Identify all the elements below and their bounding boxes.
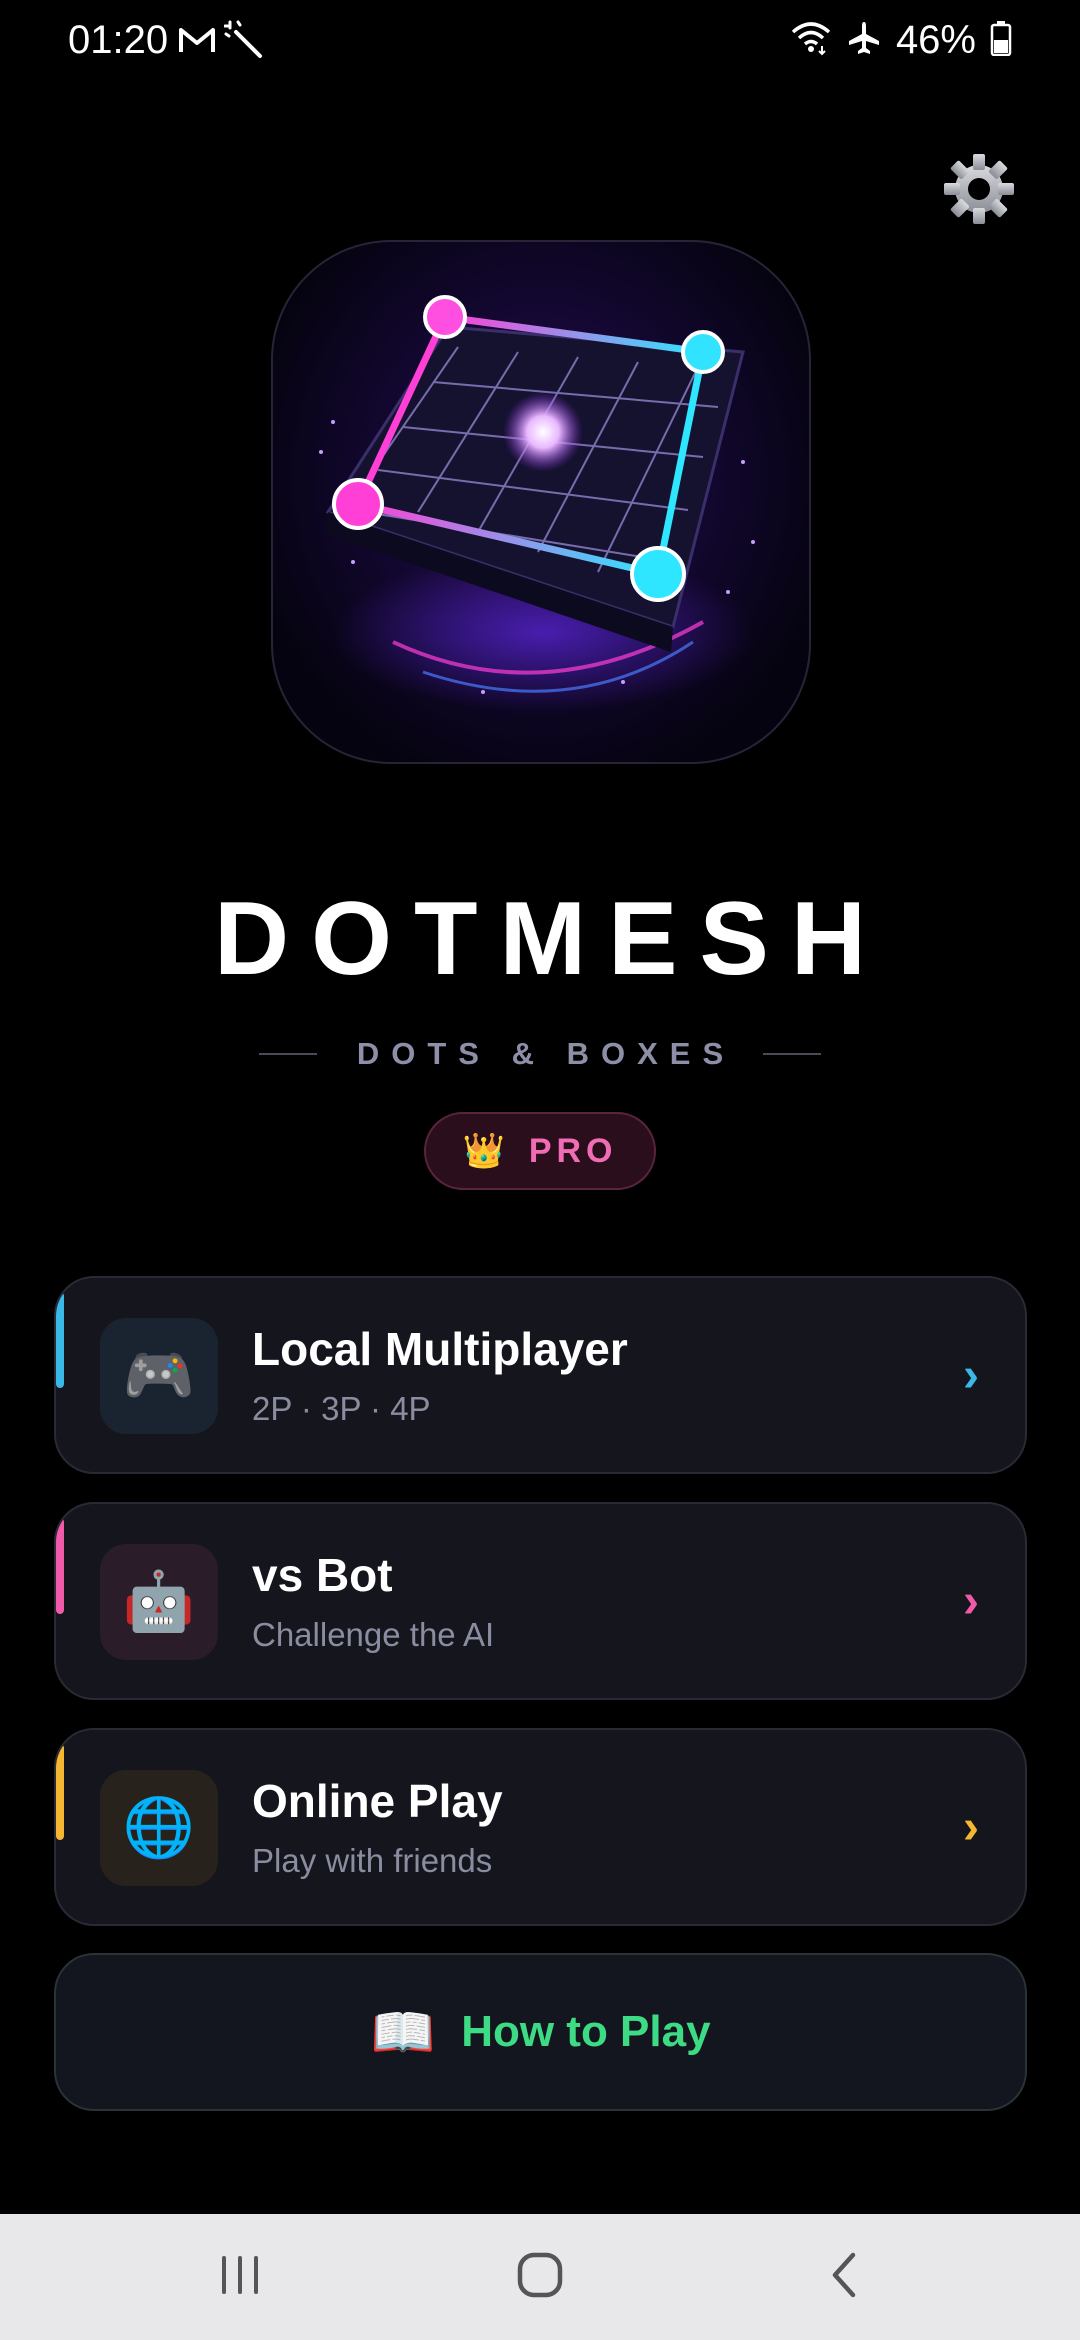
status-time: 01:20 [68, 18, 169, 62]
divider [763, 1053, 822, 1055]
card-title: Online Play [252, 1775, 503, 1827]
card-subtitle: Challenge the AI [252, 1616, 495, 1653]
chevron-right-icon: › [963, 1349, 979, 1402]
how-to-play-label: How to Play [461, 2007, 711, 2056]
battery-icon [990, 20, 1012, 61]
app-title: DOTMESH [214, 881, 888, 997]
settings-button[interactable] [940, 152, 1018, 230]
vs-bot-card[interactable]: 🤖 vs Bot Challenge the AI › [54, 1502, 1027, 1700]
pro-badge[interactable]: 👑 PRO [424, 1112, 656, 1190]
chevron-right-icon: › [963, 1801, 979, 1854]
subtitle-row: DOTS & BOXES [0, 1036, 1080, 1072]
divider [258, 1053, 317, 1055]
airplane-icon [846, 20, 882, 61]
recents-icon [218, 2255, 262, 2300]
battery-percent: 46% [895, 18, 976, 62]
gmail-icon [178, 25, 216, 60]
card-title: Local Multiplayer [252, 1323, 628, 1375]
how-to-play-button[interactable]: 📖 How to Play [54, 1953, 1027, 2111]
wifi-icon [790, 20, 832, 61]
navigation-bar [0, 2214, 1080, 2340]
chevron-right-icon: › [963, 1575, 979, 1628]
back-button[interactable] [755, 2214, 935, 2340]
card-subtitle: Play with friends [252, 1842, 493, 1879]
gamepad-icon: 🎮 [100, 1318, 218, 1434]
local-multiplayer-card[interactable]: 🎮 Local Multiplayer 2P · 3P · 4P › [54, 1276, 1027, 1474]
app-subtitle: DOTS & BOXES [356, 1036, 736, 1071]
card-title: vs Bot [252, 1549, 393, 1601]
card-subtitle: 2P · 3P · 4P [252, 1390, 431, 1427]
recents-button[interactable] [150, 2214, 330, 2340]
pro-label: PRO [528, 1131, 618, 1170]
card-accent [56, 1744, 64, 1840]
status-bar: 01:20 46% [0, 0, 1080, 80]
app-logo [271, 240, 811, 764]
card-accent [56, 1518, 64, 1614]
globe-icon: 🌐 [100, 1770, 218, 1886]
card-accent [56, 1292, 64, 1388]
home-icon [516, 2251, 564, 2304]
online-play-card[interactable]: 🌐 Online Play Play with friends › [54, 1728, 1027, 1926]
crown-icon: 👑 [462, 1132, 505, 1170]
robot-icon: 🤖 [100, 1544, 218, 1660]
home-button[interactable] [450, 2214, 630, 2340]
gear-icon [942, 152, 1016, 231]
book-icon: 📖 [370, 2003, 436, 2062]
magic-wand-icon [223, 20, 264, 65]
back-icon [827, 2251, 863, 2304]
